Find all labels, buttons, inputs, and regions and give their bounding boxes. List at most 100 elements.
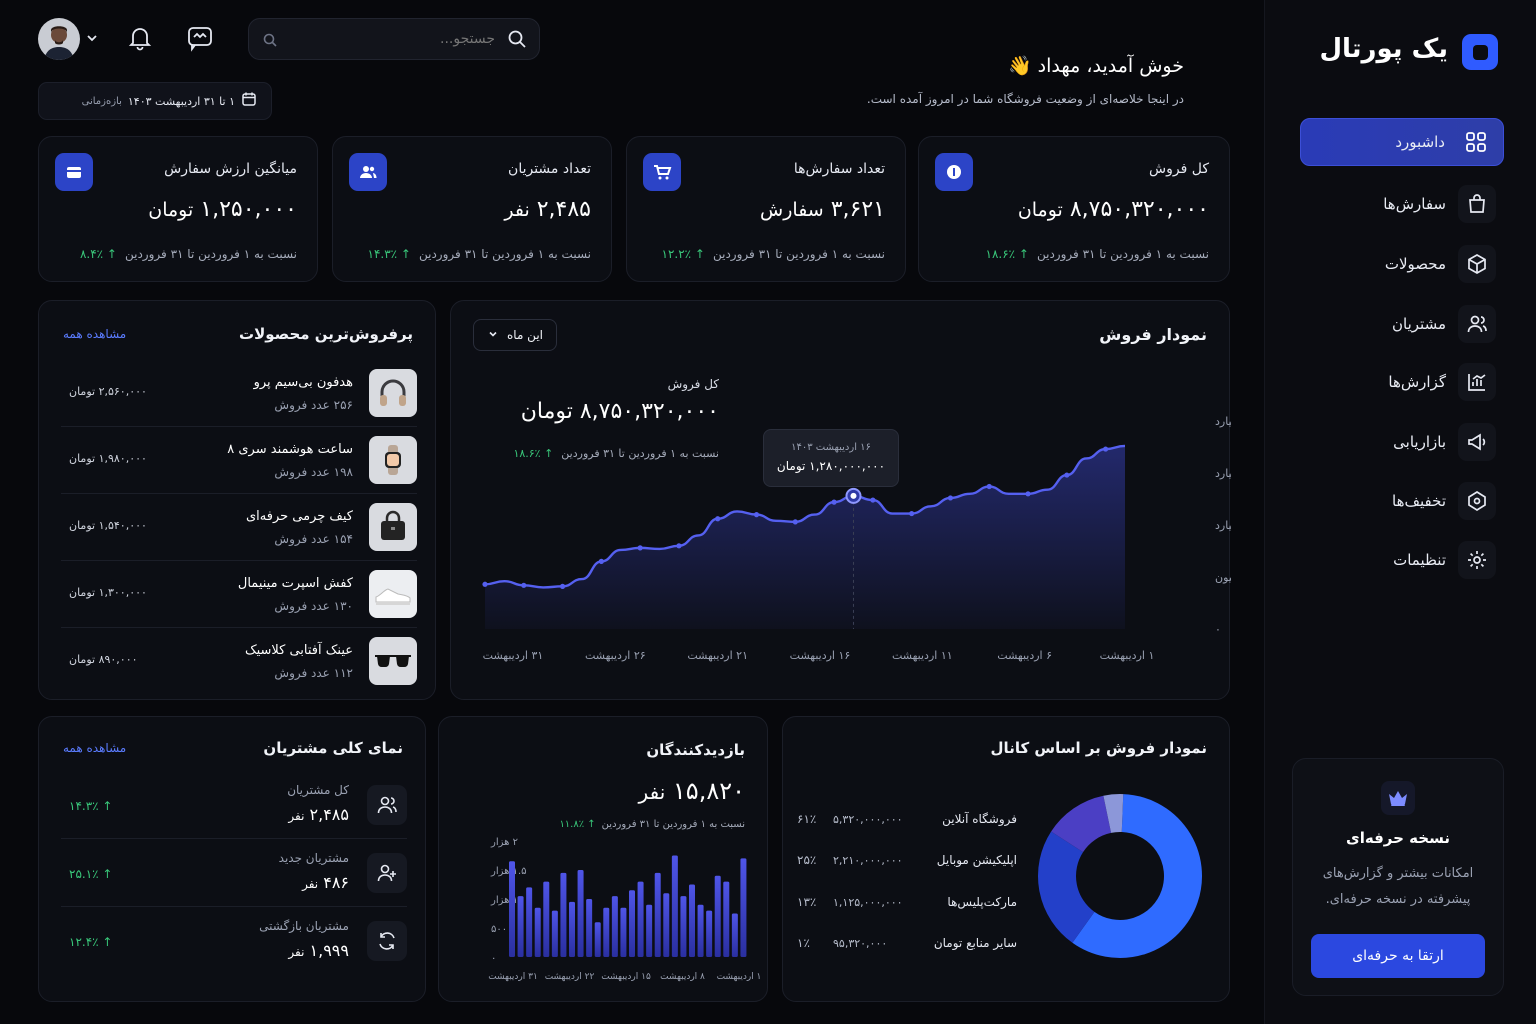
x-tick-label: ۸ اردیبهشت	[660, 972, 705, 982]
sidebar-item-reports[interactable]: گزارش‌ها	[1300, 358, 1504, 406]
pro-title: نسخه حرفه‌ای	[1346, 829, 1450, 847]
customers-title: نمای کلی مشتریان	[263, 739, 403, 757]
messages-icon[interactable]	[184, 24, 214, 54]
avatar[interactable]	[38, 18, 80, 60]
channel-donut-chart	[1038, 794, 1202, 958]
stat-value: ۳,۶۲۱ سفارش	[760, 197, 885, 222]
y-tick-label: ۵ میلیارد	[1215, 519, 1231, 532]
visitor-bar	[526, 887, 533, 957]
sidebar-item-dashboard[interactable]: داشبورد	[1300, 118, 1504, 166]
user-plus-icon	[367, 853, 407, 893]
bell-icon[interactable]	[124, 24, 154, 54]
shoe-icon	[369, 570, 417, 618]
visitor-bar	[740, 858, 747, 957]
visitor-bar	[586, 899, 593, 957]
pro-desc-2: پیشرفته در نسخه حرفه‌ای.	[1325, 892, 1471, 907]
megaphone-icon	[1458, 423, 1496, 461]
sales-point	[637, 545, 643, 551]
welcome-title: خوش آمدید، مهداد 👋	[1007, 55, 1184, 77]
visitor-bar	[577, 870, 584, 957]
visitor-bar	[654, 872, 661, 957]
product-sold: ۱۳۰ عدد فروش	[274, 599, 353, 613]
smartwatch-icon	[369, 436, 417, 484]
sidebar-item-settings[interactable]: تنظیمات	[1300, 536, 1504, 584]
refresh-icon	[367, 921, 407, 961]
view-all-link[interactable]: مشاهده همه	[63, 741, 126, 755]
channel-row: مارکت‌پلیس‌ها ۱,۱۲۵,۰۰۰,۰۰۰ ۱۳٪	[797, 895, 1017, 909]
sidebar-item-orders[interactable]: سفارش‌ها	[1300, 180, 1504, 228]
channel-row: فروشگاه آنلاین ۵,۳۲۰,۰۰۰,۰۰۰ ۶۱٪	[797, 812, 1017, 826]
sidebar-item-label: تنظیمات	[1393, 551, 1446, 569]
product-price: ۱,۵۴۰,۰۰۰ تومان	[69, 519, 147, 532]
visitor-bar	[560, 872, 567, 957]
product-price: ۱,۳۰۰,۰۰۰ تومان	[69, 586, 147, 599]
stat-title: کل فروش	[1149, 161, 1209, 177]
users-icon	[1458, 305, 1496, 343]
list-item[interactable]: کفش اسپرت مینیمال ۱۳۰ عدد فروش ۱,۳۰۰,۰۰۰…	[61, 562, 417, 628]
stat-compare: نسبت به ۱ فروردین تا ۳۱ فروردین ↑ ۱۲.۲٪	[661, 247, 886, 261]
visitor-bar	[723, 881, 730, 957]
logo-icon	[1462, 34, 1498, 70]
date-range-label: بازه‌زمانی	[81, 95, 122, 107]
sidebar-item-discounts[interactable]: تخفیف‌ها	[1300, 477, 1504, 525]
sales-point	[1025, 491, 1031, 497]
visitor-bar	[620, 907, 627, 957]
visitor-bar	[637, 881, 644, 957]
x-tick-label: ۱ اردیبهشت	[1100, 649, 1155, 662]
tooltip-point-core	[850, 492, 857, 499]
channel-sales-title: نمودار فروش بر اساس کانال	[990, 739, 1207, 757]
visitor-bar	[543, 881, 550, 957]
date-range-value: ۱ تا ۳۱ اردیبهشت ۱۴۰۳	[127, 94, 235, 108]
visitors-card: بازدیدکنندگان ۱۵,۸۲۰ نفر نسبت به ۱ فرورد…	[438, 716, 768, 1002]
visitor-bar	[671, 855, 678, 957]
top-products-title: پرفروش‌ترین محصولات	[239, 325, 413, 343]
date-range-picker[interactable]: ۱ تا ۳۱ اردیبهشت ۱۴۰۳ بازه‌زمانی	[38, 82, 272, 120]
sidebar-item-label: داشبورد	[1395, 133, 1445, 151]
product-name: هدفون بی‌سیم پرو	[253, 375, 353, 390]
y-tick-label: ۵۰۰ میلیون	[1215, 571, 1231, 584]
chevron-down-icon[interactable]	[84, 30, 100, 50]
visitor-bar	[680, 896, 687, 957]
sales-point	[1103, 446, 1109, 452]
visitor-bar	[569, 901, 575, 957]
sidebar-item-products[interactable]: محصولات	[1300, 240, 1504, 288]
sales-point	[715, 516, 721, 522]
sidebar-item-marketing[interactable]: بازاریابی	[1300, 418, 1504, 466]
customers-overview-card: نمای کلی مشتریان مشاهده همه کل مشتریان ۲…	[38, 716, 426, 1002]
wallet-icon	[55, 153, 93, 191]
list-item[interactable]: عینک آفتابی کلاسیک ۱۱۲ عدد فروش ۸۹۰,۰۰۰ …	[61, 629, 417, 695]
stat-card-orders: تعداد سفارش‌ها ۳,۶۲۱ سفارش نسبت به ۱ فرو…	[626, 136, 906, 282]
visitor-bar	[509, 861, 515, 957]
list-item[interactable]: کیف چرمی حرفه‌ای ۱۵۴ عدد فروش ۱,۵۴۰,۰۰۰ …	[61, 495, 417, 561]
search-small-icon	[263, 32, 277, 51]
upgrade-button[interactable]: ارتقا به حرفه‌ای	[1311, 934, 1485, 978]
stat-value: ۲,۴۸۵ نفر	[504, 197, 591, 222]
sales-point	[598, 558, 604, 564]
customer-stat-label: مشتریان بازگشتی	[259, 919, 349, 933]
sales-point	[792, 519, 798, 525]
sales-point	[753, 512, 760, 518]
sidebar-item-customers[interactable]: مشتریان	[1300, 300, 1504, 348]
view-all-link[interactable]: مشاهده همه	[63, 327, 126, 341]
search-input[interactable]	[295, 27, 495, 51]
report-chart-icon	[1458, 363, 1496, 401]
stat-compare: نسبت به ۱ فروردین تا ۳۱ فروردین ↑ ۱۴.۳٪	[367, 247, 592, 261]
gear-icon	[1458, 541, 1496, 579]
stat-card-customers: تعداد مشتریان ۲,۴۸۵ نفر نسبت به ۱ فروردی…	[332, 136, 612, 282]
search-box[interactable]	[248, 18, 540, 60]
list-item[interactable]: هدفون بی‌سیم پرو ۲۵۶ عدد فروش ۲,۵۶۰,۰۰۰ …	[61, 361, 417, 427]
product-name: کیف چرمی حرفه‌ای	[245, 509, 353, 524]
list-item[interactable]: ساعت هوشمند سری ۸ ۱۹۸ عدد فروش ۱,۹۸۰,۰۰۰…	[61, 428, 417, 494]
product-price: ۱,۹۸۰,۰۰۰ تومان	[69, 452, 147, 465]
sidebar-item-label: محصولات	[1384, 255, 1446, 273]
sidebar-item-label: سفارش‌ها	[1383, 195, 1446, 213]
donut-slice	[1103, 794, 1124, 834]
product-name: عینک آفتابی کلاسیک	[244, 643, 353, 658]
x-tick-label: ۱۶ اردیبهشت	[790, 649, 851, 662]
visitor-bar	[603, 907, 610, 957]
sunglasses-icon	[369, 637, 417, 685]
x-tick-label: ۲۶ اردیبهشت	[585, 649, 646, 662]
donut-slice	[1051, 795, 1112, 853]
sidebar-item-label: تخفیف‌ها	[1392, 492, 1446, 510]
y-tick-label: ۲ میلیارد	[1215, 415, 1231, 428]
